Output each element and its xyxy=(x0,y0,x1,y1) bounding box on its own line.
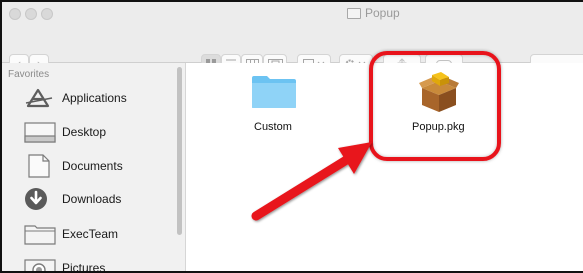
zoom-window-button[interactable] xyxy=(41,8,53,20)
sidebar-item-label: Downloads xyxy=(62,192,122,206)
folder-icon xyxy=(347,7,361,19)
sidebar: Favorites Applications Desktop Documents… xyxy=(2,63,186,271)
sidebar-heading: Favorites xyxy=(8,69,50,80)
sidebar-item-label: ExecTeam xyxy=(62,227,119,241)
sidebar-scrollbar[interactable] xyxy=(177,67,182,235)
downloads-icon xyxy=(25,188,47,210)
close-window-button[interactable] xyxy=(9,8,21,20)
sidebar-item-label: Documents xyxy=(62,159,123,173)
minimize-window-button[interactable] xyxy=(25,8,37,20)
desktop-icon xyxy=(24,122,56,143)
sidebar-item-label: Desktop xyxy=(62,125,107,139)
title-bar: Popup xyxy=(2,2,583,24)
document-icon xyxy=(28,154,50,178)
folder-icon xyxy=(252,76,296,108)
annotation-highlight-box xyxy=(369,51,501,161)
finder-window: Popup ‹ › Favorites xyxy=(0,0,583,273)
file-name-custom: Custom xyxy=(254,121,292,133)
camera-icon xyxy=(24,259,56,271)
applications-icon xyxy=(25,88,53,108)
sidebar-item-label: Applications xyxy=(62,91,127,105)
window-title: Popup xyxy=(347,6,400,20)
sidebar-item-label: Pictures xyxy=(62,261,106,273)
folder-icon xyxy=(24,225,56,245)
window-title-text: Popup xyxy=(365,6,400,20)
